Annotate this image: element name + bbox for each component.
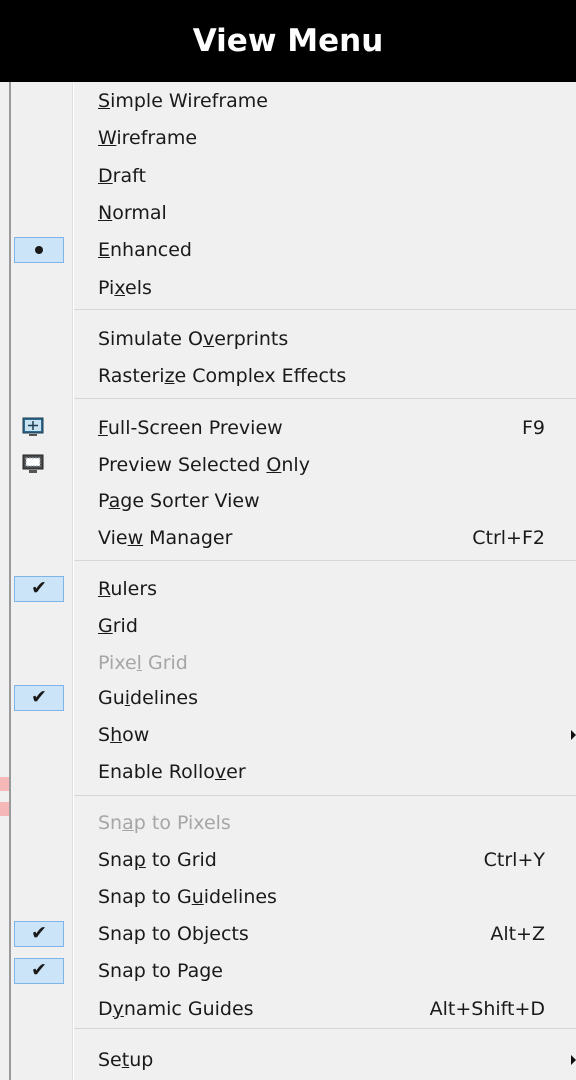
radio-dot-icon bbox=[35, 245, 43, 254]
menu-item-grid[interactable]: Grid bbox=[0, 607, 576, 644]
shortcut-label: F9 bbox=[521, 416, 545, 439]
preview-selected-icon bbox=[22, 454, 44, 473]
menu-item-label: Enable Rollover bbox=[98, 760, 246, 783]
view-menu: Simple Wireframe Wireframe Draft Normal Enha… bbox=[0, 82, 576, 1080]
shortcut-label: Ctrl+Y bbox=[483, 848, 545, 871]
shortcut-label: Alt+Shift+D bbox=[429, 997, 545, 1020]
menu-item-label: Simple Wireframe bbox=[98, 89, 268, 112]
checkmark-icon: ✔ bbox=[31, 959, 47, 981]
menu-separator bbox=[74, 398, 576, 399]
menu-item-snap-to-guidelines[interactable]: Snap to Guidelines bbox=[0, 878, 576, 915]
menu-item-preview-selected-only[interactable]: Preview Selected Only bbox=[0, 446, 576, 483]
menu-item-page-sorter-view[interactable]: Page Sorter View bbox=[0, 482, 576, 519]
menu-item-enhanced[interactable]: Enhanced bbox=[0, 231, 576, 268]
menu-separator bbox=[74, 1028, 576, 1029]
menu-item-rulers[interactable]: ✔ Rulers bbox=[0, 570, 576, 607]
submenu-arrow-icon bbox=[571, 729, 576, 740]
menu-item-label: Page Sorter View bbox=[98, 489, 260, 512]
menu-separator bbox=[74, 795, 576, 796]
shortcut-label: Alt+Z bbox=[490, 922, 545, 945]
checked-indicator: ✔ bbox=[14, 684, 64, 711]
checkmark-icon: ✔ bbox=[31, 577, 47, 599]
menu-item-label: Full-Screen Preview bbox=[98, 416, 283, 439]
menu-item-setup[interactable]: Setup bbox=[0, 1041, 576, 1078]
menu-item-simple-wireframe[interactable]: Simple Wireframe bbox=[0, 82, 576, 119]
menu-item-full-screen-preview[interactable]: Full-Screen Preview F9 bbox=[0, 409, 576, 446]
menu-item-label: Wireframe bbox=[98, 126, 198, 149]
menu-item-wireframe[interactable]: Wireframe bbox=[0, 119, 576, 156]
menu-title: View Menu bbox=[0, 0, 576, 82]
shortcut-label: Ctrl+F2 bbox=[472, 526, 545, 549]
menu-item-label: Show bbox=[98, 723, 150, 746]
menu-item-label: Preview Selected Only bbox=[98, 453, 310, 476]
menu-item-label: Draft bbox=[98, 164, 146, 187]
menu-item-label: Simulate Overprints bbox=[98, 327, 289, 350]
menu-item-show[interactable]: Show bbox=[0, 716, 576, 753]
menu-item-normal[interactable]: Normal bbox=[0, 194, 576, 231]
fullscreen-preview-icon bbox=[22, 417, 44, 436]
menu-item-label: Guidelines bbox=[98, 686, 198, 709]
menu-item-label: View Manager bbox=[98, 526, 233, 549]
menu-item-snap-to-pixels: Snap to Pixels bbox=[0, 804, 576, 841]
menu-item-label: Setup bbox=[98, 1048, 154, 1071]
menu-item-dynamic-guides[interactable]: Dynamic Guides Alt+Shift+D bbox=[0, 990, 576, 1027]
menu-item-draft[interactable]: Draft bbox=[0, 157, 576, 194]
menu-item-view-manager[interactable]: View Manager Ctrl+F2 bbox=[0, 519, 576, 556]
menu-item-snap-to-page[interactable]: ✔ Snap to Page bbox=[0, 952, 576, 989]
menu-item-pixels[interactable]: Pixels bbox=[0, 269, 576, 306]
menu-item-label: Snap to Page bbox=[98, 959, 223, 982]
checked-indicator: ✔ bbox=[14, 957, 64, 984]
menu-item-guidelines[interactable]: ✔ Guidelines bbox=[0, 679, 576, 716]
menu-item-rasterize-complex-effects[interactable]: Rasterize Complex Effects bbox=[0, 357, 576, 394]
menu-item-label: Pixels bbox=[98, 276, 152, 299]
menu-item-pixel-grid: Pixel Grid bbox=[0, 644, 576, 681]
menu-item-label: Rulers bbox=[98, 577, 158, 600]
menu-item-label: Rasterize Complex Effects bbox=[98, 364, 347, 387]
menu-item-label: Pixel Grid bbox=[98, 651, 188, 674]
checked-indicator: ✔ bbox=[14, 575, 64, 602]
checked-indicator: ✔ bbox=[14, 920, 64, 947]
menu-item-label: Dynamic Guides bbox=[98, 997, 254, 1020]
menu-item-label: Enhanced bbox=[98, 238, 192, 261]
menu-item-label: Snap to Guidelines bbox=[98, 885, 277, 908]
menu-item-enable-rollover[interactable]: Enable Rollover bbox=[0, 753, 576, 790]
checkmark-icon: ✔ bbox=[31, 686, 47, 708]
menu-item-label: Snap to Objects bbox=[98, 922, 249, 945]
radio-selected-indicator bbox=[14, 236, 64, 263]
menu-item-label: Normal bbox=[98, 201, 167, 224]
menu-item-label: Snap to Pixels bbox=[98, 811, 231, 834]
menu-item-label: Snap to Grid bbox=[98, 848, 217, 871]
menu-item-snap-to-objects[interactable]: ✔ Snap to Objects Alt+Z bbox=[0, 915, 576, 952]
menu-item-simulate-overprints[interactable]: Simulate Overprints bbox=[0, 320, 576, 357]
menu-separator bbox=[74, 309, 576, 310]
checkmark-icon: ✔ bbox=[31, 922, 47, 944]
menu-item-snap-to-grid[interactable]: Snap to Grid Ctrl+Y bbox=[0, 841, 576, 878]
menu-separator bbox=[74, 560, 576, 561]
menu-item-label: Grid bbox=[98, 614, 138, 637]
submenu-arrow-icon bbox=[571, 1054, 576, 1065]
